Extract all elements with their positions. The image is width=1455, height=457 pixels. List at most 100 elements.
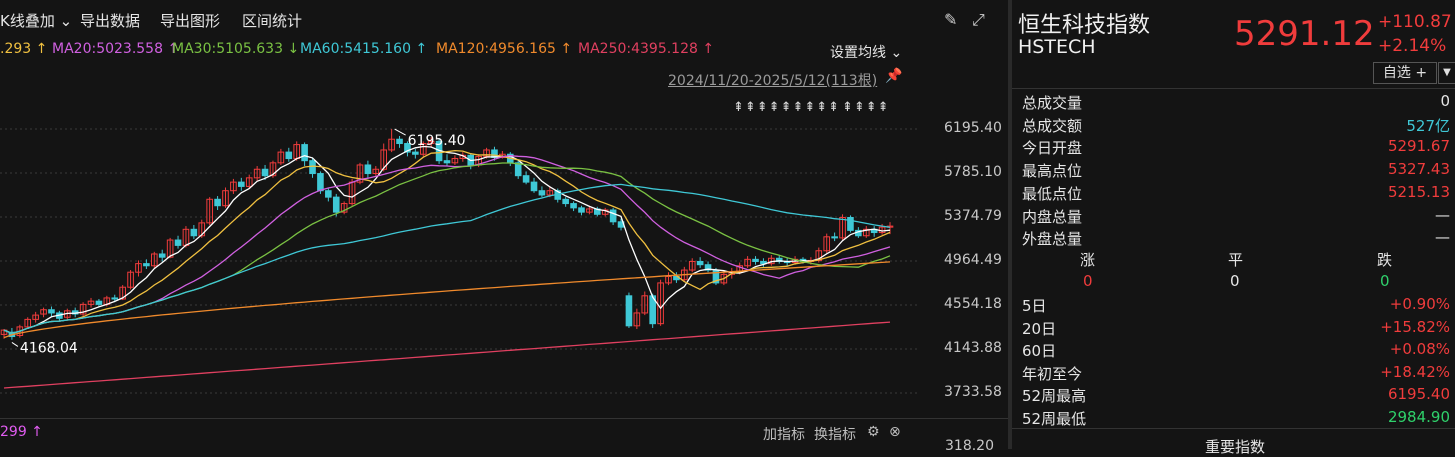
breadth-up-value: 0 bbox=[1083, 272, 1093, 290]
candle-down bbox=[847, 217, 854, 231]
candle-down bbox=[443, 160, 451, 164]
candle-down bbox=[752, 258, 759, 262]
y-tick-label: 4964.49 bbox=[944, 251, 1002, 268]
candle-down bbox=[522, 175, 530, 183]
quote-stat-row: 今日开盘 5291.67 bbox=[1022, 137, 1450, 160]
high-marker-arrow bbox=[394, 128, 406, 136]
candle-down bbox=[111, 297, 119, 300]
candle-down bbox=[238, 181, 245, 187]
close-icon[interactable]: ⊗ bbox=[889, 424, 901, 440]
ma250-line bbox=[3, 321, 891, 389]
export-chart-button[interactable]: 导出图形 bbox=[160, 10, 220, 31]
y-tick-label: 4143.88 bbox=[944, 339, 1002, 356]
y-tick-label: 6195.40 bbox=[944, 120, 1002, 136]
candle-down bbox=[514, 162, 522, 177]
add-watchlist-button[interactable]: 自选 + bbox=[1373, 62, 1437, 84]
ma-legend-item: MA30:5105.633 ↓ bbox=[172, 41, 300, 57]
breadth-up-label: 涨 bbox=[1080, 251, 1096, 269]
candle-down bbox=[143, 263, 150, 267]
performance-stat-row: 年初至今 +18.42% bbox=[1022, 363, 1450, 386]
candle-down bbox=[570, 203, 577, 209]
quote-stat-label: 总成交量 bbox=[1022, 94, 1083, 112]
quote-stat-row: 最低点位 5215.13 bbox=[1022, 183, 1450, 206]
quote-stat-value: 527亿 bbox=[1406, 116, 1450, 135]
ma-legend-item: .293 ↑ bbox=[0, 41, 48, 57]
breadth-flat-value: 0 bbox=[1230, 272, 1240, 290]
index-name: 恒生科技指数 bbox=[1018, 13, 1151, 38]
watchlist-dropdown-icon[interactable]: ▼ bbox=[1438, 62, 1455, 84]
low-label: 4168.04 bbox=[20, 340, 78, 356]
price-axis: 6195.40 5785.10 5374.79 4964.49 4554.18 4143.… bbox=[918, 92, 1008, 422]
kline-overlay-menu[interactable]: K线叠加 ⌄ bbox=[0, 10, 72, 31]
kline-overlay-label: K线叠加 bbox=[0, 12, 55, 30]
ma-legend-item: MA250:4395.128 ↑ bbox=[578, 41, 715, 57]
divider bbox=[1012, 88, 1455, 89]
breadth-down-label: 跌 bbox=[1377, 251, 1393, 269]
performance-stat-label: 20日 bbox=[1022, 319, 1057, 338]
candle-down bbox=[325, 190, 332, 198]
quote-stat-label: 最高点位 bbox=[1022, 162, 1083, 181]
candle-down bbox=[530, 181, 538, 192]
important-indices-tab[interactable]: 重要指数 bbox=[1205, 436, 1265, 457]
candlestick-chart[interactable]: 6195.40 4168.04 bbox=[0, 92, 918, 418]
performance-stat-value: +0.08% bbox=[1389, 340, 1450, 359]
quote-stat-label: 总成交额 bbox=[1022, 116, 1083, 135]
low-marker-arrow bbox=[11, 341, 19, 347]
change-indicator-button[interactable]: 换指标 bbox=[814, 424, 856, 444]
performance-stat-value: 2984.90 bbox=[1387, 408, 1450, 426]
candle-down bbox=[625, 295, 633, 327]
indicator-axis-label: 318.20 bbox=[945, 438, 994, 454]
candle-down bbox=[48, 309, 55, 314]
edit-icon[interactable]: ✎ bbox=[944, 10, 957, 29]
indicator-value: 299 ↑ bbox=[0, 424, 43, 440]
export-data-button[interactable]: 导出数据 bbox=[80, 10, 140, 31]
candle-down bbox=[364, 164, 372, 175]
settings-icon[interactable]: ⚙ bbox=[867, 424, 880, 440]
quote-stat-row: 总成交额 527亿 bbox=[1022, 115, 1450, 138]
quote-panel: 恒生科技指数 HSTECH 5291.12 +110.87 +2.14% 自选 … bbox=[1012, 0, 1455, 456]
y-tick-label: 3733.58 bbox=[944, 383, 1002, 400]
performance-stat-label: 60日 bbox=[1022, 342, 1057, 361]
pin-icon[interactable]: 📌 bbox=[885, 68, 902, 84]
candle-down bbox=[261, 168, 269, 177]
quote-stat-label: 外盘总量 bbox=[1022, 230, 1083, 249]
breadth-flat-label: 平 bbox=[1228, 251, 1244, 269]
expand-icon[interactable]: ⤢ bbox=[972, 10, 985, 30]
performance-stat-value: +18.42% bbox=[1380, 362, 1450, 381]
performance-stat-value: +0.90% bbox=[1389, 295, 1450, 313]
candle-down bbox=[412, 151, 419, 155]
quote-stat-value: 0 bbox=[1440, 92, 1450, 110]
candle-down bbox=[831, 236, 838, 239]
quote-stat-label: 今日开盘 bbox=[1022, 139, 1083, 158]
chevron-down-icon: ⌄ bbox=[54, 12, 73, 30]
quote-stat-value: 5291.67 bbox=[1387, 137, 1450, 156]
performance-stat-label: 5日 bbox=[1022, 297, 1047, 315]
add-indicator-button[interactable]: 加指标 bbox=[763, 424, 805, 444]
divider bbox=[1012, 428, 1455, 429]
range-stats-button[interactable]: 区间统计 bbox=[242, 10, 302, 31]
index-change-pct: +2.14% bbox=[1378, 36, 1447, 56]
performance-stat-row: 20日 +15.82% bbox=[1022, 318, 1450, 341]
quote-stat-row: 外盘总量 — bbox=[1022, 228, 1450, 251]
candle-down bbox=[317, 173, 324, 192]
ma-legend-item: MA120:4956.165 ↑ bbox=[436, 41, 573, 57]
ma20-line bbox=[3, 155, 891, 334]
ma-settings-button[interactable]: 设置均线 ⌄ bbox=[830, 42, 902, 62]
ma-legend-item: MA60:5415.160 ↑ bbox=[300, 41, 428, 57]
ma120-line bbox=[3, 261, 891, 339]
candle-down bbox=[562, 198, 569, 205]
y-tick-label: 5785.10 bbox=[944, 163, 1002, 180]
candle-down bbox=[285, 151, 293, 160]
quote-stat-row: 最高点位 5327.43 bbox=[1022, 160, 1450, 183]
performance-stat-label: 52周最低 bbox=[1022, 410, 1087, 428]
candle-down bbox=[396, 138, 403, 145]
breadth-down-value: 0 bbox=[1380, 272, 1390, 290]
quote-stat-value: 5327.43 bbox=[1387, 160, 1450, 179]
performance-stat-value: +15.82% bbox=[1380, 317, 1450, 336]
index-code: HSTECH bbox=[1018, 36, 1096, 58]
performance-stat-row: 60日 +0.08% bbox=[1022, 340, 1450, 363]
performance-stat-value: 6195.40 bbox=[1387, 385, 1450, 404]
high-label: 6195.40 bbox=[408, 133, 466, 149]
performance-stat-label: 52周最高 bbox=[1022, 387, 1087, 406]
date-range-label: 2024/11/20-2025/5/12(113根) bbox=[668, 73, 878, 89]
